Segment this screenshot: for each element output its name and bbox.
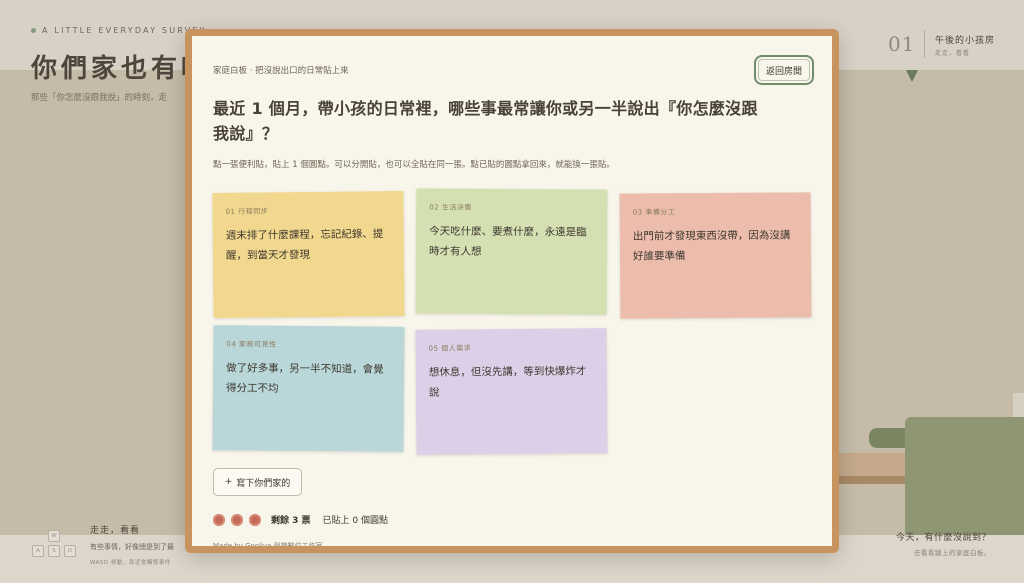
survey-eyebrow: A LITTLE EVERYDAY SURVEY (31, 26, 207, 35)
key-d-icon: D (64, 545, 76, 557)
prompt-question: 今天，有什麼沒說到？ (895, 533, 991, 543)
walk-keys-hint: WASD 移動，靠近會觸發事件 (90, 560, 171, 566)
note-text: 做了好多事，另一半不知道，會覺得分工不均 (225, 362, 384, 395)
page-subtitle: 那些「你怎麼沒跟我說」的時刻，走 (31, 93, 168, 103)
note-tag: 04 家務可見性 (226, 340, 277, 349)
key-w-icon: W (48, 530, 60, 542)
key-s-icon: S (48, 545, 60, 557)
add-note-label: 寫下你們家的 (236, 478, 291, 489)
walk-title: 走走，看看 (90, 526, 141, 536)
vote-dot-icon[interactable] (249, 513, 261, 526)
room-number: 01 (888, 32, 916, 56)
sticky-note-2[interactable]: 02 生活決策 今天吃什麼、要煮什麼，永遠是臨時才有人想 (415, 188, 608, 315)
vote-dot-icon[interactable] (231, 513, 243, 526)
vote-dots-row: 剩餘 3 票 已貼上 0 個圓點 (213, 513, 388, 526)
note-tag: 02 生活決策 (429, 203, 472, 212)
remaining-votes: 剩餘 3 票 (271, 516, 311, 526)
note-text: 出門前才發現東西沒帶，因為沒講好誰要準備 (632, 229, 791, 263)
instructions: 點一張便利貼，貼上 1 個圓點。可以分開貼，也可以全貼在同一張。點已貼的圓點拿回… (213, 160, 615, 170)
placed-count: 已貼上 0 個圓點 (322, 516, 388, 526)
note-tag: 03 準備分工 (632, 208, 676, 217)
room-name: 午後的小孩房 (935, 36, 996, 46)
vote-dot-icon[interactable] (213, 513, 225, 526)
page-title: 你們家也有哪 (31, 54, 212, 84)
key-a-icon: A (32, 545, 44, 557)
lamp (1013, 393, 1024, 417)
back-button-label: 返回房間 (758, 59, 810, 81)
room-divider (924, 30, 925, 58)
sofa (905, 417, 1024, 535)
note-tag: 05 個人需求 (428, 344, 472, 353)
sticky-note-5[interactable]: 05 個人需求 想休息，但沒先講，等到快爆炸才說 (415, 328, 608, 455)
eyebrow-text: A LITTLE EVERYDAY SURVEY (42, 26, 207, 35)
survey-question: 最近 1 個月，帶小孩的日常裡，哪些事最常讓你或另一半說出『你怎麼沒跟我說』？ (213, 99, 758, 143)
prompt-sub: 去看看牆上的家庭白板。 (914, 549, 991, 557)
breadcrumb: 家庭白板 · 把沒說出口的日常貼上來 (213, 66, 349, 76)
eyebrow-dot-icon (31, 28, 36, 33)
sticky-note-4[interactable]: 04 家務可見性 做了好多事，另一半不知道，會覺得分工不均 (212, 325, 405, 452)
sticky-note-3[interactable]: 03 準備分工 出門前才發現東西沒帶，因為沒講好誰要準備 (619, 192, 812, 319)
made-by-credit: Made by Gooliva 與機數位工作室 (213, 542, 323, 550)
walk-desc: 有些事情，好像總是到了最 (90, 543, 174, 551)
room-hint: 走走，看看 (935, 50, 971, 57)
back-to-room-button[interactable]: 返回房間 (754, 55, 814, 85)
sticky-note-1[interactable]: 01 行程同步 週末排了什麼課程，忘記紀錄、提醒，到當天才發現 (212, 191, 405, 318)
note-tag: 01 行程同步 (225, 207, 269, 216)
note-text: 想休息，但沒先講，等到快爆炸才說 (428, 365, 587, 399)
room-marker-icon (906, 70, 918, 82)
add-note-button[interactable]: + 寫下你們家的 (213, 468, 302, 496)
note-text: 週末排了什麼課程，忘記紀錄、提醒，到當天才發現 (225, 228, 384, 262)
note-text: 今天吃什麼、要煮什麼，永遠是臨時才有人想 (428, 225, 587, 258)
whiteboard-modal: 家庭白板 · 把沒說出口的日常貼上來 返回房間 最近 1 個月，帶小孩的日常裡，… (185, 29, 839, 553)
plus-icon: + (224, 477, 233, 487)
